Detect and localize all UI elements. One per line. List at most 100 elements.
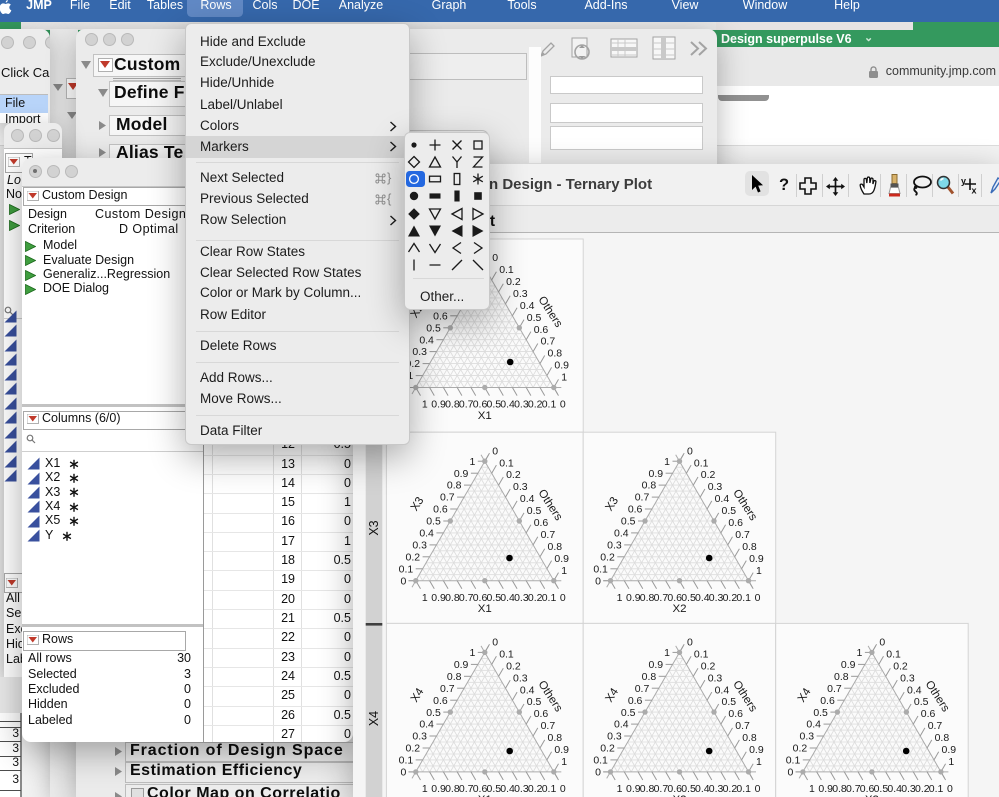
svg-text:0.2: 0.2: [405, 552, 420, 563]
svg-text:0.8: 0.8: [641, 481, 656, 492]
svg-text:0.5: 0.5: [721, 506, 736, 517]
svg-text:0.4: 0.4: [614, 720, 629, 731]
svg-text:0.6: 0.6: [433, 311, 448, 322]
svg-text:0.6: 0.6: [728, 709, 743, 720]
svg-text:0.8: 0.8: [640, 593, 655, 604]
svg-text:0.5: 0.5: [527, 506, 542, 517]
svg-text:0.7: 0.7: [459, 400, 474, 411]
svg-text:0.2: 0.2: [506, 277, 521, 288]
svg-text:0.8: 0.8: [640, 784, 655, 795]
svg-text:0.5: 0.5: [527, 313, 542, 324]
svg-text:1: 1: [561, 373, 567, 384]
svg-text:0: 0: [879, 637, 885, 648]
svg-text:0.5: 0.5: [914, 697, 929, 708]
svg-text:0.3: 0.3: [709, 784, 724, 795]
svg-text:0.7: 0.7: [440, 493, 455, 504]
svg-text:0.8: 0.8: [547, 733, 562, 744]
svg-text:0.3: 0.3: [514, 593, 529, 604]
svg-text:0.1: 0.1: [786, 755, 801, 766]
svg-text:0.7: 0.7: [459, 784, 474, 795]
svg-text:0.6: 0.6: [820, 696, 835, 707]
svg-text:0.7: 0.7: [653, 784, 668, 795]
svg-text:0.3: 0.3: [513, 482, 528, 493]
svg-text:0.3: 0.3: [412, 540, 427, 551]
svg-text:1: 1: [948, 757, 954, 768]
svg-text:0.8: 0.8: [641, 672, 656, 683]
svg-text:0.9: 0.9: [749, 554, 764, 565]
svg-text:0.3: 0.3: [514, 400, 529, 411]
svg-text:0.4: 0.4: [714, 494, 729, 505]
svg-text:0.1: 0.1: [929, 784, 944, 795]
svg-text:0.3: 0.3: [412, 347, 427, 358]
svg-text:0.7: 0.7: [846, 784, 861, 795]
svg-text:1: 1: [664, 648, 670, 659]
svg-text:0.6: 0.6: [433, 505, 448, 516]
svg-text:1: 1: [561, 566, 567, 577]
svg-text:1: 1: [422, 400, 428, 411]
svg-text:0.1: 0.1: [499, 458, 514, 469]
svg-text:0.3: 0.3: [513, 289, 528, 300]
svg-text:0.8: 0.8: [445, 593, 460, 604]
svg-text:1: 1: [616, 593, 622, 604]
svg-text:0.9: 0.9: [841, 660, 856, 671]
svg-text:0.7: 0.7: [827, 684, 842, 695]
svg-text:0.2: 0.2: [893, 661, 908, 672]
svg-text:0.8: 0.8: [447, 672, 462, 683]
svg-text:0: 0: [400, 576, 406, 587]
svg-text:0.6: 0.6: [533, 325, 548, 336]
svg-text:0.5: 0.5: [426, 517, 441, 528]
svg-text:0.4: 0.4: [695, 784, 710, 795]
svg-text:0.5: 0.5: [721, 697, 736, 708]
svg-text:0.7: 0.7: [735, 530, 750, 541]
svg-text:0.4: 0.4: [419, 720, 434, 731]
svg-text:0.1: 0.1: [542, 593, 557, 604]
svg-text:0.9: 0.9: [749, 745, 764, 756]
svg-text:0: 0: [560, 784, 566, 795]
svg-text:0.6: 0.6: [728, 518, 743, 529]
svg-text:0.4: 0.4: [500, 400, 515, 411]
svg-text:0.8: 0.8: [447, 481, 462, 492]
svg-text:0.2: 0.2: [528, 593, 543, 604]
svg-text:0: 0: [595, 576, 601, 587]
svg-text:0.3: 0.3: [901, 784, 916, 795]
svg-text:0.7: 0.7: [540, 721, 555, 732]
svg-text:1: 1: [756, 757, 762, 768]
svg-text:0.2: 0.2: [722, 784, 737, 795]
svg-text:X4: X4: [367, 711, 381, 726]
svg-text:x: x: [971, 186, 976, 196]
svg-text:0.1: 0.1: [499, 649, 514, 660]
svg-text:0.4: 0.4: [714, 685, 729, 696]
svg-text:1: 1: [664, 457, 670, 468]
svg-text:0.9: 0.9: [431, 400, 446, 411]
svg-text:0.4: 0.4: [614, 528, 629, 539]
svg-text:0: 0: [787, 767, 793, 778]
svg-text:0.2: 0.2: [792, 744, 807, 755]
svg-text:0.3: 0.3: [607, 732, 622, 743]
svg-text:0.2: 0.2: [701, 470, 716, 481]
svg-text:0.7: 0.7: [927, 721, 942, 732]
svg-text:1: 1: [422, 784, 428, 795]
svg-text:0.7: 0.7: [635, 493, 650, 504]
svg-text:0.4: 0.4: [500, 593, 515, 604]
svg-text:0.6: 0.6: [533, 518, 548, 529]
svg-text:0.1: 0.1: [886, 649, 901, 660]
svg-text:0.4: 0.4: [419, 528, 434, 539]
svg-text:0.9: 0.9: [648, 660, 663, 671]
svg-text:0.8: 0.8: [742, 733, 757, 744]
svg-text:1: 1: [422, 593, 428, 604]
svg-text:1: 1: [809, 784, 815, 795]
svg-text:0.4: 0.4: [887, 784, 902, 795]
svg-text:0.4: 0.4: [806, 720, 821, 731]
svg-text:0: 0: [687, 446, 693, 457]
svg-text:0: 0: [595, 767, 601, 778]
svg-text:1: 1: [756, 566, 762, 577]
svg-text:0.9: 0.9: [554, 361, 569, 372]
svg-text:0.9: 0.9: [454, 660, 469, 671]
svg-text:0: 0: [560, 593, 566, 604]
svg-text:X1: X1: [478, 410, 492, 422]
svg-text:0: 0: [754, 784, 760, 795]
svg-text:0.8: 0.8: [547, 349, 562, 360]
svg-text:0.1: 0.1: [499, 265, 514, 276]
svg-text:0.9: 0.9: [454, 469, 469, 480]
svg-text:0.2: 0.2: [600, 744, 615, 755]
